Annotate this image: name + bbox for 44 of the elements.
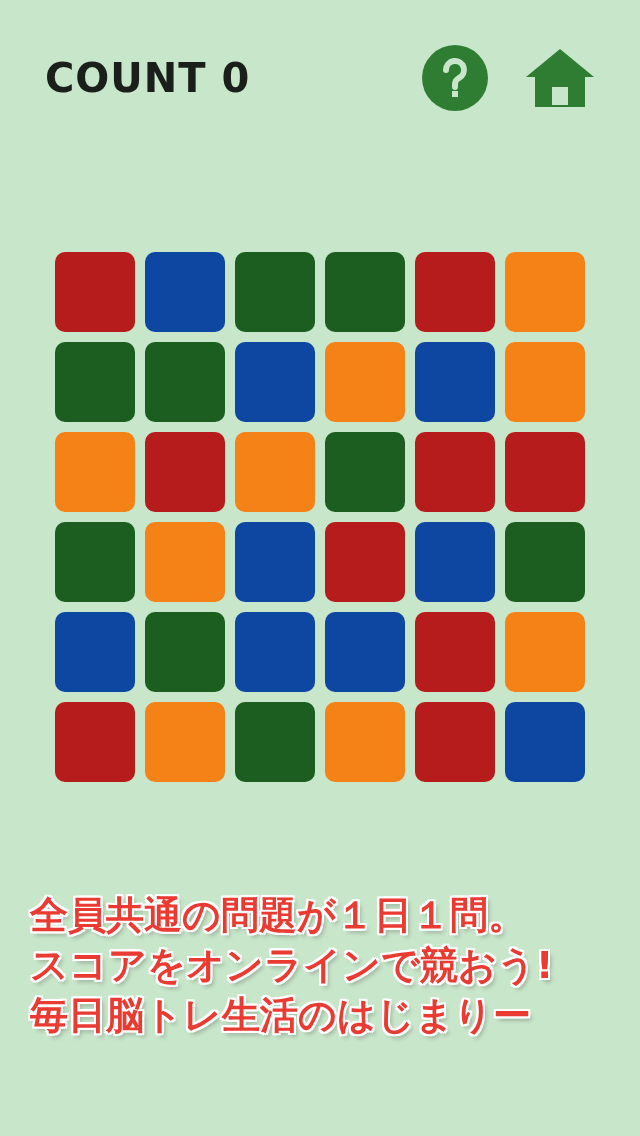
promo-text: 全員共通の問題が１日１問。 [30, 892, 526, 938]
color-tile[interactable] [325, 612, 405, 692]
color-tile[interactable] [415, 702, 495, 782]
question-icon [421, 44, 489, 112]
count-label: COUNT 0 [45, 55, 251, 101]
color-tile[interactable] [415, 252, 495, 332]
color-tile[interactable] [145, 252, 225, 332]
color-tile[interactable] [55, 432, 135, 512]
home-icon [525, 47, 595, 109]
color-tile[interactable] [235, 522, 315, 602]
color-tile[interactable] [325, 252, 405, 332]
color-tile[interactable] [505, 612, 585, 692]
color-tile[interactable] [325, 522, 405, 602]
color-tile[interactable] [325, 342, 405, 422]
color-tile[interactable] [415, 432, 495, 512]
color-tile[interactable] [235, 702, 315, 782]
color-tile[interactable] [55, 612, 135, 692]
color-tile[interactable] [235, 342, 315, 422]
help-button[interactable] [421, 44, 489, 112]
promo-text: スコアをオンラインで競おう! [30, 942, 554, 988]
color-tile[interactable] [235, 612, 315, 692]
color-tile[interactable] [145, 702, 225, 782]
color-tile[interactable] [145, 342, 225, 422]
color-tile[interactable] [55, 252, 135, 332]
color-tile[interactable] [55, 702, 135, 782]
color-tile[interactable] [505, 342, 585, 422]
color-tile[interactable] [325, 702, 405, 782]
color-tile[interactable] [55, 342, 135, 422]
color-tile[interactable] [505, 252, 585, 332]
color-tile[interactable] [235, 432, 315, 512]
color-tile[interactable] [415, 612, 495, 692]
color-tile[interactable] [235, 252, 315, 332]
color-tile[interactable] [505, 702, 585, 782]
color-tile[interactable] [505, 522, 585, 602]
color-tile[interactable] [325, 432, 405, 512]
color-tile[interactable] [415, 342, 495, 422]
promo-text: 毎日脳トレ生活のはじまりー [30, 992, 531, 1038]
color-tile[interactable] [505, 432, 585, 512]
color-tile[interactable] [415, 522, 495, 602]
home-button[interactable] [525, 47, 595, 109]
color-tile[interactable] [145, 522, 225, 602]
color-tile[interactable] [145, 432, 225, 512]
color-tile[interactable] [55, 522, 135, 602]
color-tile[interactable] [145, 612, 225, 692]
